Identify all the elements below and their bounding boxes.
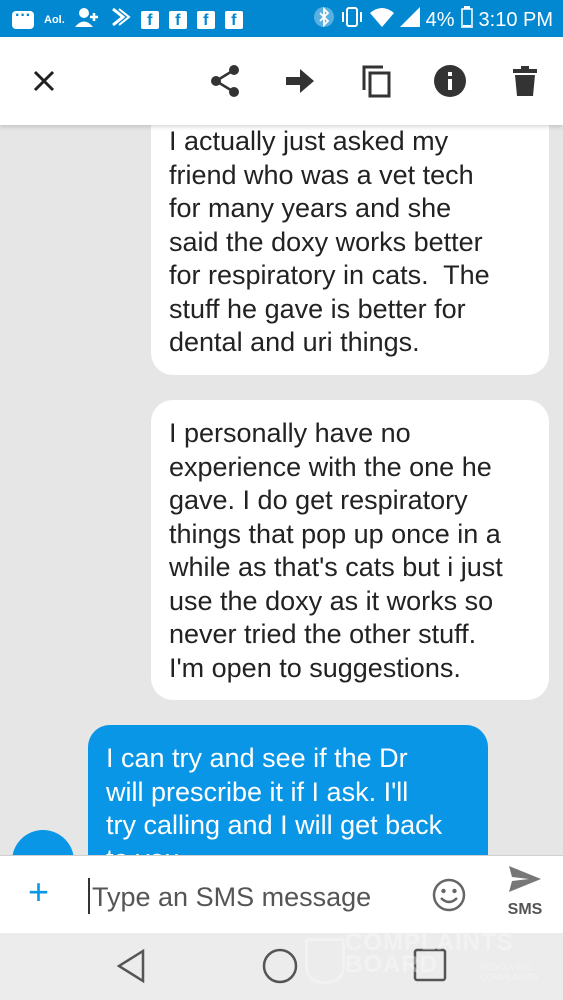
facebook-icon: f — [196, 10, 215, 29]
info-icon — [434, 65, 466, 97]
delete-button[interactable] — [503, 59, 547, 103]
smiley-icon — [432, 878, 466, 912]
battery-percent: 4% — [425, 8, 455, 31]
signal-icon — [399, 7, 420, 33]
info-button[interactable] — [428, 59, 472, 103]
message-line: I personally have no — [169, 418, 411, 448]
bluetooth-icon — [313, 6, 334, 34]
notification-icons: Aol. f f f f — [12, 7, 243, 32]
message-line: friend who was a vet tech — [169, 159, 474, 190]
message-line: I actually just asked my — [169, 126, 449, 156]
chat-icon — [12, 7, 34, 29]
message-line: use the doxy as it works so — [169, 585, 494, 616]
home-button[interactable] — [261, 947, 299, 990]
aol-icon: Aol. — [44, 13, 65, 26]
message-line: while as that's cats but i just — [169, 552, 503, 582]
system-icons: 4% 3:10 PM — [313, 6, 553, 34]
compose-bar: + SMS — [0, 855, 563, 934]
message-line: for respiratory in cats. The — [169, 260, 490, 290]
message-line: try calling and I will get back — [106, 810, 443, 840]
message-line: I can try and see if the Dr — [106, 743, 408, 773]
message-line: dental and uri things. — [169, 327, 420, 357]
watermark-subtext: RESOLVING COMPLAINTS — [480, 962, 539, 982]
vibrate-icon — [340, 6, 364, 34]
message-line: stuff he gave is better for — [169, 293, 466, 324]
copy-icon — [362, 65, 391, 98]
message-bubble-incoming[interactable]: I personally have no experience with the… — [151, 400, 549, 700]
shield-icon — [305, 938, 345, 984]
message-line: will prescribe it if I ask. I'll — [106, 776, 409, 807]
message-action-toolbar — [0, 37, 563, 125]
avatar[interactable] — [12, 830, 74, 855]
message-line: experience with the one he — [169, 451, 492, 482]
facebook-icon: f — [168, 10, 187, 29]
message-bubble-outgoing[interactable]: I can try and see if the Dr will prescri… — [88, 725, 488, 855]
share-button[interactable] — [203, 59, 247, 103]
send-label: SMS — [507, 901, 543, 918]
back-button[interactable] — [113, 947, 151, 990]
message-line: things that pop up once in a — [169, 518, 501, 549]
emoji-button[interactable] — [432, 878, 466, 917]
wifi-icon — [369, 7, 394, 33]
send-icon — [509, 866, 541, 892]
forward-icon — [286, 69, 314, 93]
message-bubble-incoming[interactable]: I actually just asked my friend who was … — [151, 125, 549, 375]
facebook-icon: f — [224, 10, 243, 29]
message-input[interactable] — [90, 874, 424, 920]
forward-button[interactable] — [278, 59, 322, 103]
status-bar: Aol. f f f f 4% 3:10 PM — [0, 0, 563, 37]
add-person-icon — [74, 7, 101, 32]
close-icon — [33, 70, 55, 92]
home-icon — [262, 948, 298, 984]
message-line: for many years and she — [169, 193, 452, 223]
copy-button[interactable] — [354, 59, 398, 103]
add-attachment-button[interactable]: + — [28, 874, 49, 910]
sprint-icon — [111, 7, 131, 32]
send-button[interactable]: SMS — [500, 864, 550, 930]
message-line: gave. I do get respiratory — [169, 485, 468, 515]
close-button[interactable] — [22, 59, 66, 103]
delete-icon — [513, 66, 537, 96]
message-line: I'm open to suggestions. — [169, 652, 461, 683]
share-icon — [211, 65, 239, 97]
back-icon — [116, 948, 145, 984]
clock: 3:10 PM — [478, 8, 553, 31]
message-line: to you. — [106, 843, 470, 856]
battery-icon — [460, 6, 473, 34]
facebook-icon: f — [140, 10, 159, 29]
conversation-thread: I actually just asked my friend who was … — [0, 125, 563, 855]
message-line: never tried the other stuff. — [169, 619, 477, 649]
message-line: said the doxy works better — [169, 226, 483, 257]
